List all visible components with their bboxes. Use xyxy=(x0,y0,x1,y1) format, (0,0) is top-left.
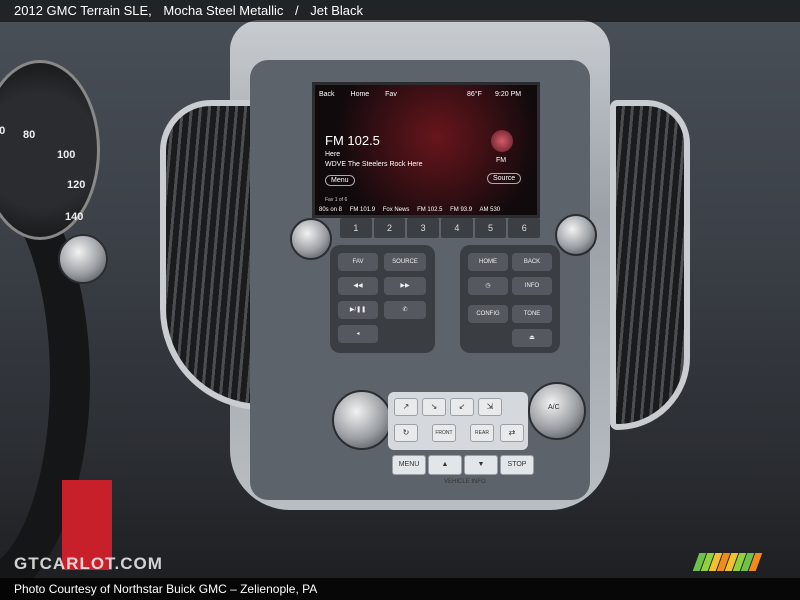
vent-mode-button[interactable]: ⇲ xyxy=(478,398,502,416)
config-button[interactable]: CONFIG xyxy=(468,305,508,323)
menu-hard-button[interactable]: MENU xyxy=(392,455,426,475)
trip-reset-knob[interactable] xyxy=(58,234,108,284)
caption-separator: / xyxy=(294,3,299,18)
tone-button[interactable]: TONE xyxy=(512,305,552,323)
speed-label: 120 xyxy=(67,179,86,191)
tune-knob[interactable] xyxy=(555,214,597,256)
site-watermark: GTCARLOT.COM xyxy=(14,554,163,573)
preset-item[interactable]: FM 93.9 xyxy=(450,207,472,213)
down-arrow-button[interactable]: ▼ xyxy=(464,455,498,475)
clock: 9:20 PM xyxy=(495,91,522,98)
preset-button[interactable]: 6 xyxy=(508,218,541,238)
back-button[interactable]: BACK xyxy=(512,253,552,271)
interior-color: Jet Black xyxy=(310,3,363,18)
source-hard-button[interactable]: SOURCE xyxy=(384,253,426,271)
preset-item[interactable]: FM 102.5 xyxy=(417,207,442,213)
preset-item[interactable]: FM 101.9 xyxy=(350,207,375,213)
up-arrow-button[interactable]: ▲ xyxy=(428,455,462,475)
vent-mode-button[interactable]: ↙ xyxy=(450,398,474,416)
band-label: FM xyxy=(496,157,507,164)
speedometer: 60 80 100 120 140 xyxy=(0,60,100,240)
vehicle-title: 2012 GMC Terrain SLE, xyxy=(14,3,152,18)
mute-button[interactable]: ◂ xyxy=(338,325,378,343)
play-pause-button[interactable]: ▶/❚❚ xyxy=(338,301,378,319)
speed-label: 140 xyxy=(65,211,84,223)
vehicle-info-label: VEHICLE INFO xyxy=(444,479,486,485)
rds-text: WDVE The Steelers Rock Here xyxy=(325,161,423,168)
speed-label: 100 xyxy=(57,149,76,161)
vent-mode-button[interactable]: ↗ xyxy=(394,398,418,416)
left-control-pad: FAV SOURCE ◀◀ ▶▶ ▶/❚❚ ✆ ◂ xyxy=(330,245,435,353)
recirculation-button[interactable]: ↻ xyxy=(394,424,418,442)
outside-temperature: 86°F xyxy=(467,91,482,98)
fan-speed-knob[interactable] xyxy=(332,390,392,450)
speed-label: 80 xyxy=(23,129,36,141)
menu-button[interactable]: Menu xyxy=(325,175,355,186)
fav-button[interactable]: FAV xyxy=(338,253,378,271)
preset-item[interactable]: AM 530 xyxy=(479,207,500,213)
volume-knob[interactable] xyxy=(290,218,332,260)
info-button-row: MENU ▲ ▼ STOP xyxy=(392,455,534,475)
speed-label: 60 xyxy=(0,125,6,137)
temperature-knob[interactable] xyxy=(528,382,586,440)
preset-item[interactable]: Fox News xyxy=(383,207,410,213)
station-frequency: FM 102.5 xyxy=(325,133,380,148)
stop-button[interactable]: STOP xyxy=(500,455,534,475)
exterior-color: Mocha Steel Metallic xyxy=(163,3,284,18)
preset-button[interactable]: 3 xyxy=(407,218,440,238)
source-button[interactable]: Source xyxy=(487,173,522,184)
vent-mode-button[interactable]: ↘ xyxy=(422,398,446,416)
seek-back-button[interactable]: ◀◀ xyxy=(338,277,378,295)
fav-page-indicator: Fav 1 of 6 xyxy=(325,197,348,203)
preset-strip: 80s on 8 FM 101.9 Fox News FM 102.5 FM 9… xyxy=(319,207,506,213)
station-subtext: Here xyxy=(325,151,341,158)
preset-button[interactable]: 1 xyxy=(340,218,372,238)
preset-button[interactable]: 2 xyxy=(373,218,406,238)
photo-credit-bar: Photo Courtesy of Northstar Buick GMC – … xyxy=(0,578,800,600)
home-tab[interactable]: Home xyxy=(351,91,370,98)
fm-radio-icon xyxy=(491,130,513,152)
caption-bar: 2012 GMC Terrain SLE, Mocha Steel Metall… xyxy=(0,0,800,22)
radio-screen[interactable]: Back Home Fav 86°F 9:20 PM FM 102.5 Here… xyxy=(312,82,540,218)
preset-button-row: 1 2 3 4 5 6 xyxy=(340,218,541,238)
front-defrost-button[interactable]: FRONT xyxy=(432,424,456,442)
rear-defrost-button[interactable]: REAR xyxy=(470,424,494,442)
right-control-pad: HOME BACK ◷ INFO CONFIG TONE ⏏ xyxy=(460,245,560,353)
eject-button[interactable]: ⏏ xyxy=(512,329,552,347)
dashboard-photo: 60 80 100 120 140 Back Home Fav 86°F 9:2… xyxy=(0,0,800,600)
outside-air-button[interactable]: ⇄ xyxy=(500,424,524,442)
logo-stripes xyxy=(692,553,772,571)
clock-button[interactable]: ◷ xyxy=(468,277,508,295)
ac-label: A/C xyxy=(548,404,560,411)
seek-forward-button[interactable]: ▶▶ xyxy=(384,277,426,295)
preset-button[interactable]: 5 xyxy=(474,218,507,238)
climate-panel: ↗ ↘ ↙ ⇲ ↻ FRONT REAR ⇄ xyxy=(388,392,528,450)
preset-button[interactable]: 4 xyxy=(441,218,473,238)
screen-nav: Back Home Fav xyxy=(319,91,411,98)
phone-button[interactable]: ✆ xyxy=(384,301,426,319)
preset-item[interactable]: 80s on 8 xyxy=(319,207,342,213)
right-air-vent[interactable] xyxy=(610,100,690,430)
back-tab[interactable]: Back xyxy=(319,91,335,98)
fav-tab[interactable]: Fav xyxy=(385,91,397,98)
info-button[interactable]: INFO xyxy=(512,277,552,295)
photo-credit: Photo Courtesy of Northstar Buick GMC – … xyxy=(14,582,318,596)
home-button[interactable]: HOME xyxy=(468,253,508,271)
